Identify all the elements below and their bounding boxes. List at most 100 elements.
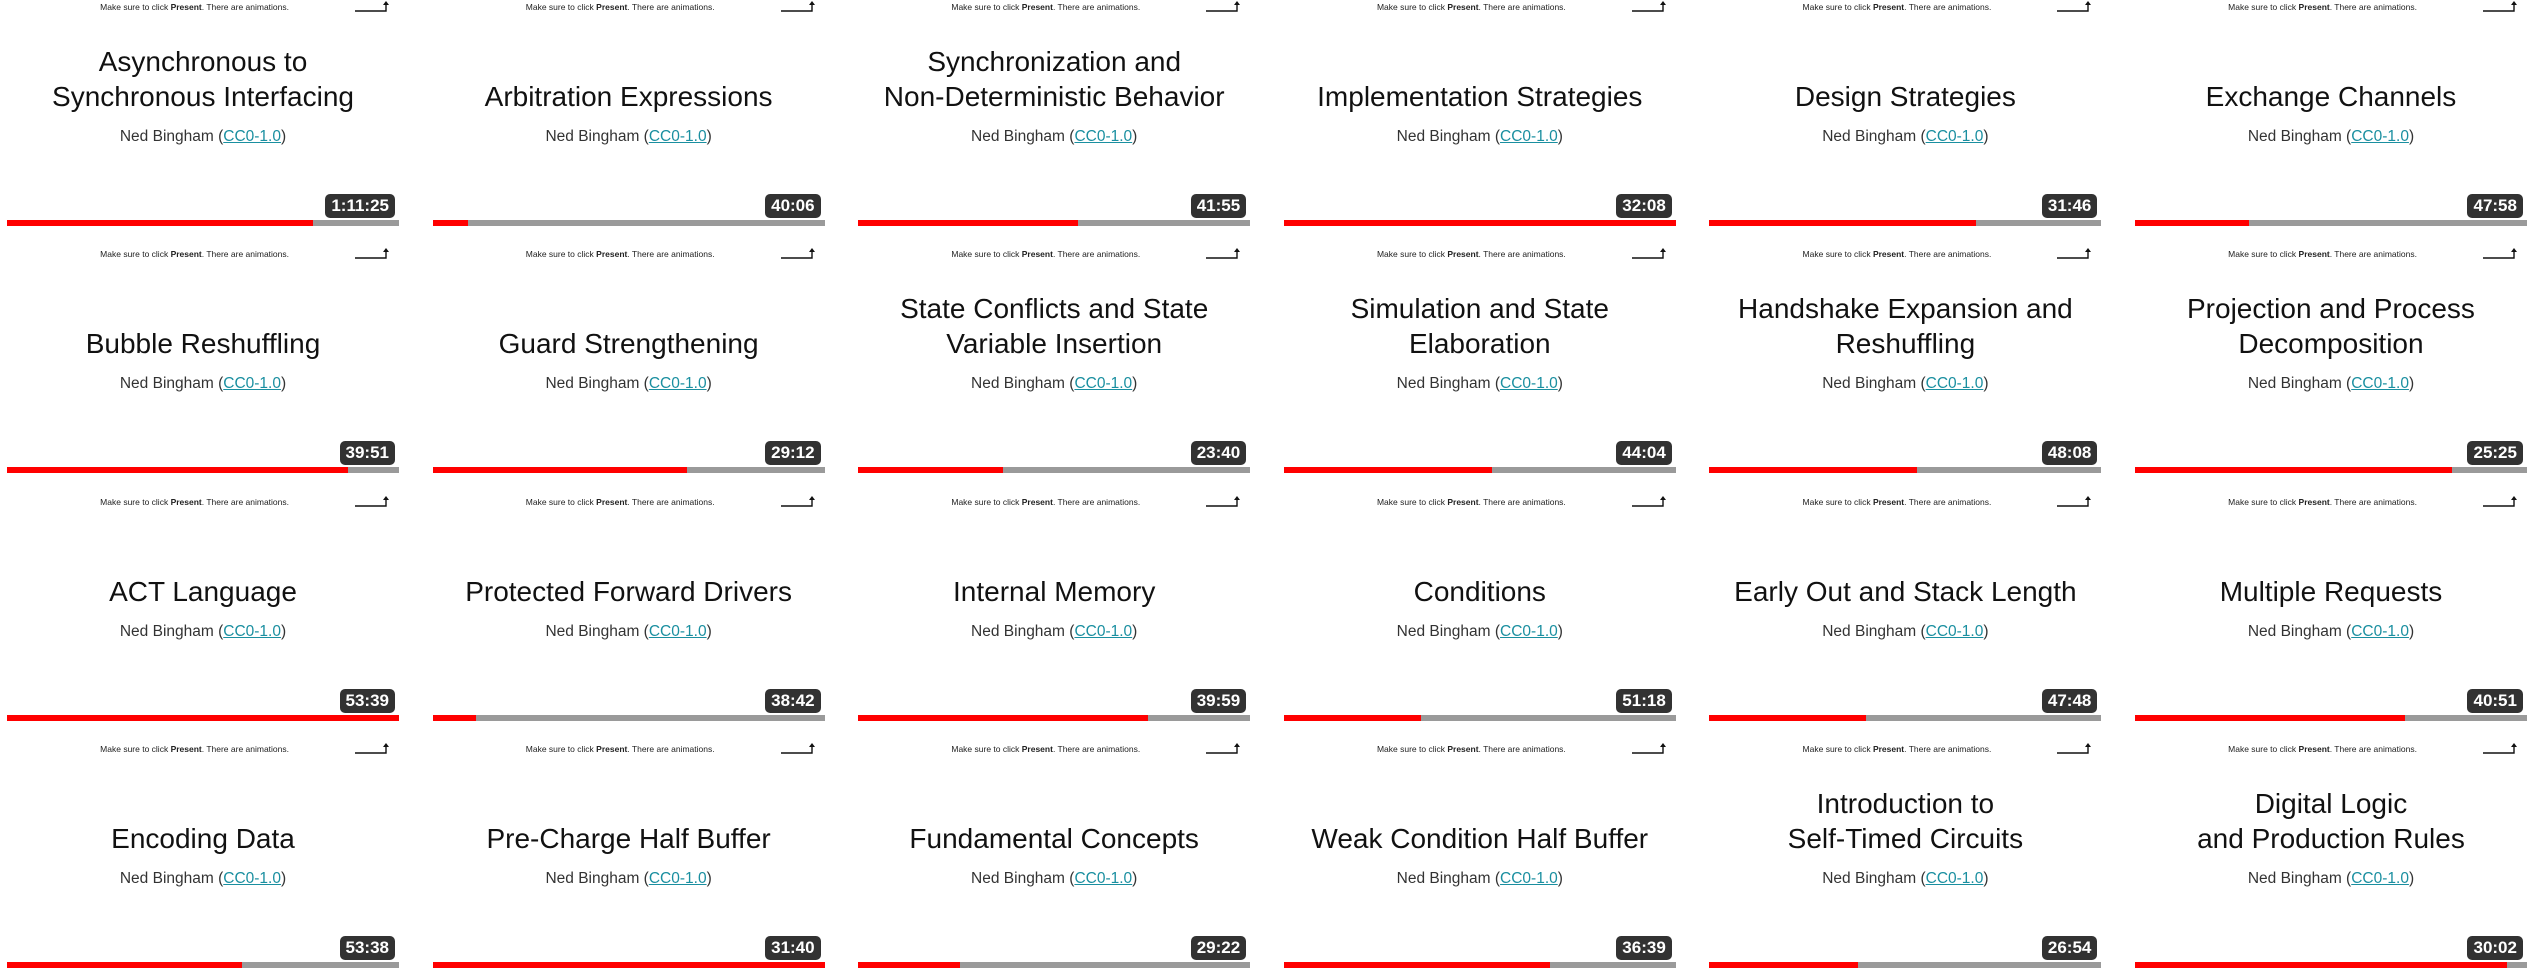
present-notice: Make sure to click Present. There are an… [525, 496, 715, 507]
corner-up-arrow-icon [355, 1, 389, 12]
duration-badge: 23:40 [1190, 441, 1247, 466]
watch-progress-bar [2134, 220, 2527, 226]
video-thumbnail[interactable]: Make sure to click Present. There are an… [1283, 741, 1676, 968]
author-name: Ned Bingham [1822, 869, 1917, 887]
duration-badge: 38:42 [765, 688, 821, 713]
license-link[interactable]: CC0-1.0 [223, 128, 281, 145]
license-link[interactable]: CC0-1.0 [2351, 128, 2409, 145]
video-thumbnail[interactable]: Make sure to click Present. There are an… [1709, 247, 2102, 474]
license-link[interactable]: CC0-1.0 [1074, 375, 1132, 392]
license-link[interactable]: CC0-1.0 [2351, 870, 2409, 887]
video-thumbnail[interactable]: Make sure to click Present. There are an… [7, 247, 399, 474]
watch-progress-bar [1283, 467, 1676, 474]
license-link[interactable]: CC0-1.0 [649, 128, 707, 145]
video-thumbnail[interactable]: Make sure to click Present. There are an… [2134, 741, 2527, 968]
watch-progress-bar [1709, 220, 2102, 226]
license-link[interactable]: CC0-1.0 [223, 375, 281, 392]
license-link[interactable]: CC0-1.0 [1500, 870, 1558, 887]
video-thumbnail[interactable]: Make sure to click Present. There are an… [1283, 0, 1676, 226]
author-name: Ned Bingham [545, 375, 640, 393]
license-link[interactable]: CC0-1.0 [1074, 623, 1132, 640]
corner-up-arrow-icon [1631, 742, 1666, 754]
author-line: Ned Bingham (CC0-1.0) [2247, 869, 2415, 887]
author-line: Ned Bingham (CC0-1.0) [2247, 375, 2415, 393]
author-name: Ned Bingham [971, 869, 1065, 887]
author-line: Ned Bingham (CC0-1.0) [545, 869, 712, 887]
watch-progress-fill [7, 220, 313, 226]
license-link[interactable]: CC0-1.0 [223, 870, 281, 887]
watch-progress-bar [858, 220, 1251, 226]
author-name: Ned Bingham [1822, 128, 1917, 145]
license-link[interactable]: CC0-1.0 [1074, 870, 1132, 887]
video-thumbnail[interactable]: Make sure to click Present. There are an… [2134, 247, 2527, 474]
license-link[interactable]: CC0-1.0 [2351, 623, 2409, 640]
watch-progress-bar [1709, 467, 2102, 474]
license-link[interactable]: CC0-1.0 [1926, 623, 1984, 640]
author-line: Ned Bingham (CC0-1.0) [119, 375, 287, 393]
license-link[interactable]: CC0-1.0 [1926, 128, 1984, 145]
watch-progress-fill [2134, 467, 2453, 474]
video-thumbnail[interactable]: Make sure to click Present. There are an… [7, 494, 399, 721]
present-notice: Make sure to click Present. There are an… [100, 496, 289, 507]
video-thumbnail[interactable]: Make sure to click Present. There are an… [7, 741, 399, 968]
author-name: Ned Bingham [119, 375, 214, 393]
watch-progress-bar [858, 714, 1251, 721]
license-link[interactable]: CC0-1.0 [1500, 375, 1558, 392]
duration-badge: 51:18 [1616, 688, 1672, 713]
video-thumbnail[interactable]: Make sure to click Present. There are an… [858, 0, 1251, 226]
present-notice: Make sure to click Present. There are an… [951, 2, 1141, 12]
video-thumbnail[interactable]: Make sure to click Present. There are an… [1283, 494, 1676, 721]
video-thumbnail[interactable]: Make sure to click Present. There are an… [858, 247, 1251, 474]
watch-progress-bar [1283, 220, 1676, 226]
video-thumbnail[interactable]: Make sure to click Present. There are an… [432, 741, 825, 968]
license-link[interactable]: CC0-1.0 [223, 623, 281, 640]
corner-up-arrow-icon [1206, 495, 1241, 507]
video-thumbnail[interactable]: Make sure to click Present. There are an… [432, 0, 825, 226]
video-thumbnail[interactable]: Make sure to click Present. There are an… [2134, 494, 2527, 721]
video-thumbnail[interactable]: Make sure to click Present. There are an… [7, 0, 399, 226]
video-thumbnail[interactable]: Make sure to click Present. There are an… [1709, 0, 2102, 226]
author-name: Ned Bingham [545, 128, 640, 145]
watch-progress-bar [858, 467, 1251, 474]
watch-progress-bar [7, 467, 399, 474]
present-notice: Make sure to click Present. There are an… [100, 2, 289, 12]
corner-up-arrow-icon [2057, 1, 2092, 12]
watch-progress-fill [1283, 714, 1421, 721]
watch-progress-fill [1283, 961, 1551, 968]
video-thumbnail[interactable]: Make sure to click Present. There are an… [1283, 247, 1676, 474]
license-link[interactable]: CC0-1.0 [649, 623, 707, 640]
video-thumbnail[interactable]: Make sure to click Present. There are an… [1709, 494, 2102, 721]
video-thumbnail[interactable]: Make sure to click Present. There are an… [1709, 741, 2102, 968]
author-name: Ned Bingham [2247, 128, 2342, 145]
license-link[interactable]: CC0-1.0 [1500, 128, 1558, 145]
license-link[interactable]: CC0-1.0 [1926, 870, 1984, 887]
video-thumbnail[interactable]: Make sure to click Present. There are an… [432, 494, 825, 721]
video-title: Pre-Charge Half Buffer [486, 822, 771, 854]
duration-badge: 53:38 [339, 935, 395, 960]
video-title: ACT Language [109, 575, 297, 607]
video-thumbnail[interactable]: Make sure to click Present. There are an… [2134, 0, 2527, 226]
duration-badge: 26:54 [2041, 935, 2098, 960]
present-notice: Make sure to click Present. There are an… [100, 249, 289, 260]
license-link[interactable]: CC0-1.0 [2351, 375, 2409, 392]
license-link[interactable]: CC0-1.0 [649, 375, 707, 392]
video-thumbnail[interactable]: Make sure to click Present. There are an… [858, 741, 1251, 968]
author-line: Ned Bingham (CC0-1.0) [1396, 128, 1563, 145]
author-line: Ned Bingham (CC0-1.0) [1396, 869, 1563, 887]
duration-badge: 36:39 [1616, 935, 1672, 960]
author-line: Ned Bingham (CC0-1.0) [1396, 375, 1563, 393]
video-title: Internal Memory [953, 575, 1156, 607]
watch-progress-fill [858, 220, 1078, 226]
license-link[interactable]: CC0-1.0 [649, 870, 707, 887]
watch-progress-fill [858, 467, 1004, 474]
corner-up-arrow-icon [1631, 495, 1666, 507]
license-link[interactable]: CC0-1.0 [1926, 375, 1984, 392]
watch-progress-bar [1709, 714, 2102, 721]
license-link[interactable]: CC0-1.0 [1500, 623, 1558, 640]
watch-progress-fill [2134, 961, 2508, 968]
license-link[interactable]: CC0-1.0 [1074, 128, 1132, 145]
watch-progress-bar [432, 961, 825, 968]
video-thumbnail[interactable]: Make sure to click Present. There are an… [432, 247, 825, 474]
watch-progress-fill [1709, 714, 1867, 721]
video-thumbnail[interactable]: Make sure to click Present. There are an… [858, 494, 1251, 721]
